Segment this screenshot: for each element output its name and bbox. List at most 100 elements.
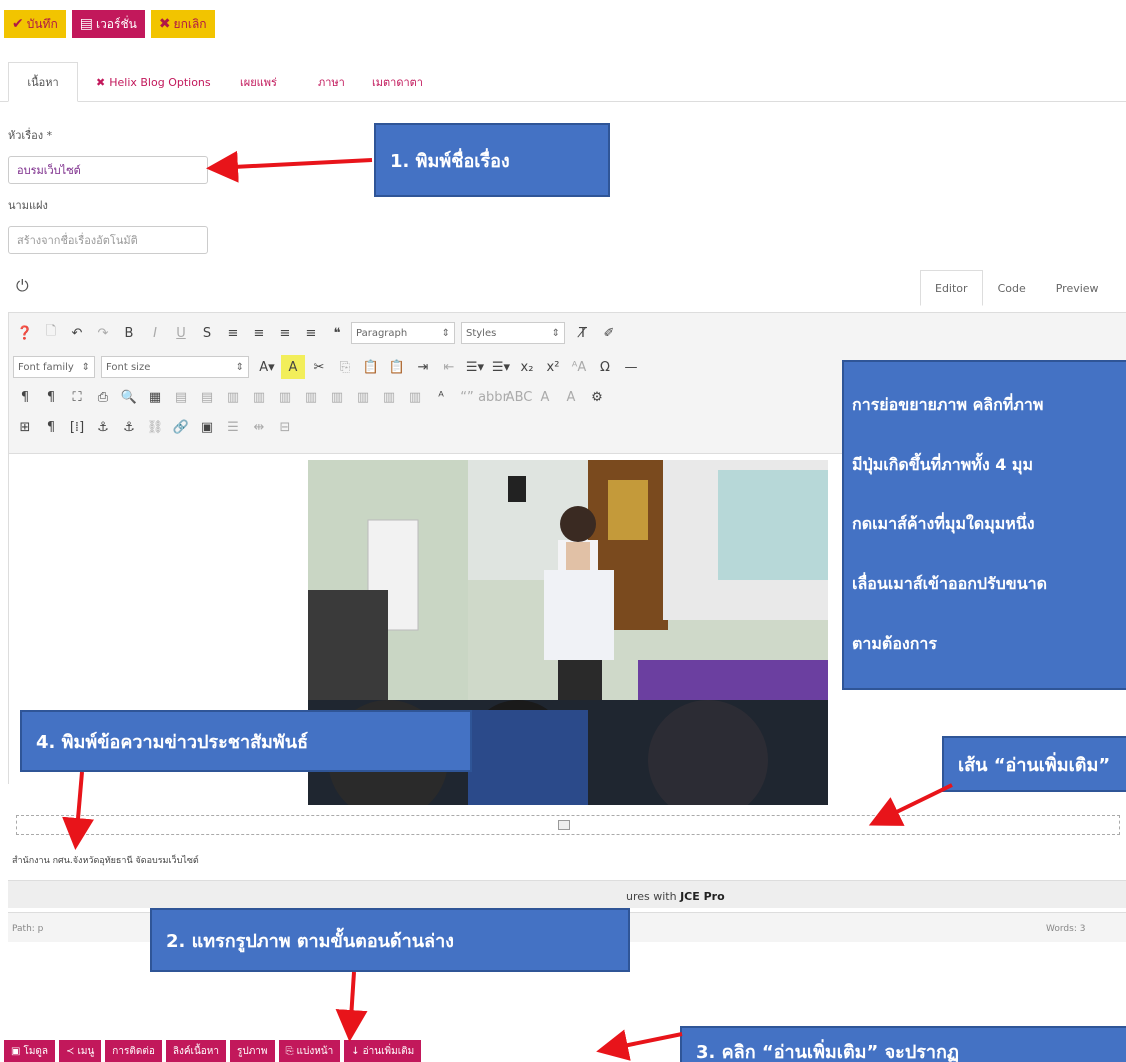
table-merge-icon[interactable]: ▥ bbox=[247, 385, 271, 409]
module-button[interactable]: ▣ โมดูล bbox=[4, 1040, 56, 1062]
tab-language[interactable]: ภาษา bbox=[318, 62, 345, 102]
anchor2-icon[interactable]: ⚓ bbox=[117, 415, 141, 439]
quote-icon[interactable]: “” bbox=[455, 385, 479, 409]
outdent-icon[interactable]: ⇤ bbox=[437, 355, 461, 379]
redo-icon[interactable]: ↷ bbox=[91, 321, 115, 345]
special-characters-icon[interactable]: Ω bbox=[593, 355, 617, 379]
image-button[interactable]: รูปภาพ bbox=[230, 1040, 275, 1062]
contact-button[interactable]: การติดต่อ bbox=[105, 1040, 162, 1062]
align-justify-icon[interactable]: ≡ bbox=[299, 321, 323, 345]
ltr-icon[interactable]: ¶ bbox=[13, 385, 37, 409]
rtl-icon[interactable]: ¶ bbox=[39, 385, 63, 409]
pagebreak-icon[interactable]: ☰ bbox=[221, 415, 245, 439]
spellcheck-icon[interactable]: ᴬ bbox=[429, 385, 453, 409]
title-input[interactable]: อบรมเว็บไซต์ bbox=[8, 156, 208, 184]
print-icon[interactable]: ⎙ bbox=[91, 385, 115, 409]
tab-publishing[interactable]: เผยแพร่ bbox=[240, 62, 277, 102]
insert-icon[interactable]: A bbox=[533, 385, 557, 409]
table-cell-icon[interactable]: ▤ bbox=[195, 385, 219, 409]
fullscreen-icon[interactable]: ⛶ bbox=[65, 385, 89, 409]
editor-view-tabs: Editor Code Preview bbox=[920, 270, 1114, 306]
bold-icon[interactable]: B bbox=[117, 321, 141, 345]
tab-helix-blog-options[interactable]: ✖ Helix Blog Options bbox=[96, 62, 211, 102]
new-document-icon[interactable]: 🗋 bbox=[39, 321, 63, 345]
show-blocks-icon[interactable]: ¶ bbox=[39, 415, 63, 439]
hr-insert-icon[interactable]: ⊟ bbox=[273, 415, 297, 439]
menu-button[interactable]: ≺ เมนู bbox=[59, 1040, 102, 1062]
table-col-icon[interactable]: ▥ bbox=[221, 385, 245, 409]
version-button[interactable]: ▤ เวอร์ชั่น bbox=[71, 10, 145, 38]
readmore-icon[interactable]: ⇹ bbox=[247, 415, 271, 439]
styles-select[interactable]: Styles ⇕ bbox=[461, 322, 565, 344]
link-icon[interactable]: 🔗 bbox=[169, 415, 193, 439]
copy-icon[interactable]: ⎘ bbox=[333, 355, 357, 379]
close-icon: ✖ bbox=[158, 16, 171, 32]
template-icon[interactable]: [⁞] bbox=[65, 415, 89, 439]
underline-icon[interactable]: U bbox=[169, 321, 193, 345]
clean-icon[interactable]: ✐ bbox=[597, 321, 621, 345]
unordered-list-icon[interactable]: ☰▾ bbox=[489, 355, 513, 379]
tab-content[interactable]: เนื้อหา bbox=[8, 62, 78, 102]
italic-icon[interactable]: I bbox=[143, 321, 167, 345]
unlink-icon[interactable]: ⛓ bbox=[143, 415, 167, 439]
table-cut-icon[interactable]: ▥ bbox=[403, 385, 427, 409]
helix-icon: ✖ bbox=[96, 75, 106, 89]
strikethrough-icon[interactable]: S bbox=[195, 321, 219, 345]
paste-text-icon[interactable]: 📋 bbox=[385, 355, 409, 379]
tab-code[interactable]: Code bbox=[983, 270, 1041, 306]
indent-icon[interactable]: ⇥ bbox=[411, 355, 435, 379]
subscript-icon[interactable]: x₂ bbox=[515, 355, 539, 379]
acronym-icon[interactable]: ABC bbox=[506, 385, 533, 409]
tab-metadata[interactable]: เมตาดาตา bbox=[372, 62, 423, 102]
ordered-list-icon[interactable]: ☰▾ bbox=[463, 355, 487, 379]
cut-icon[interactable]: ✂ bbox=[307, 355, 331, 379]
paste-icon[interactable]: 📋 bbox=[359, 355, 383, 379]
article-link-button[interactable]: ลิงค์เนื้อหา bbox=[165, 1040, 226, 1062]
pagebreak-button[interactable]: ⎘ แบ่งหน้า bbox=[278, 1040, 341, 1062]
readmore-button[interactable]: ↓ อ่านเพิ่มเติม bbox=[344, 1040, 422, 1062]
tab-editor[interactable]: Editor bbox=[920, 270, 983, 306]
arrow-down-icon: ↓ bbox=[351, 1045, 360, 1057]
help-icon[interactable]: ❓ bbox=[13, 321, 37, 345]
image-icon[interactable]: ▣ bbox=[195, 415, 219, 439]
character-map-icon[interactable]: ᴬA bbox=[567, 355, 591, 379]
paragraph-select[interactable]: Paragraph ⇕ bbox=[351, 322, 455, 344]
search-icon[interactable]: 🔍 bbox=[117, 385, 141, 409]
table-delete-icon[interactable]: ▥ bbox=[299, 385, 323, 409]
table-icon[interactable]: ▦ bbox=[143, 385, 167, 409]
align-center-icon[interactable]: ≡ bbox=[247, 321, 271, 345]
power-toggle-icon[interactable]: ⏻ bbox=[16, 276, 29, 296]
delete-icon[interactable]: A bbox=[559, 385, 583, 409]
font-color-icon[interactable]: A▾ bbox=[255, 355, 279, 379]
blockquote-icon[interactable]: ❝ bbox=[325, 321, 349, 345]
clear-formatting-icon[interactable]: T̸ bbox=[571, 321, 595, 345]
arrow-image bbox=[335, 971, 368, 1042]
editor-extension-buttons: ▣ โมดูล ≺ เมนู การติดต่อ ลิงค์เนื้อหา รูปภ… bbox=[4, 1040, 422, 1062]
alias-input[interactable]: สร้างจากชื่อเรื่องอัตโนมัติ bbox=[8, 226, 208, 254]
abbr-icon[interactable]: abbr bbox=[478, 385, 508, 409]
font-family-select[interactable]: Font family ⇕ bbox=[13, 356, 95, 378]
anchor-icon[interactable]: ⚓ bbox=[91, 415, 115, 439]
table-insert-icon[interactable]: ▥ bbox=[351, 385, 375, 409]
superscript-icon[interactable]: x² bbox=[541, 355, 565, 379]
table-row-icon[interactable]: ▤ bbox=[169, 385, 193, 409]
horizontal-rule-icon[interactable]: — bbox=[619, 355, 643, 379]
undo-icon[interactable]: ↶ bbox=[65, 321, 89, 345]
cancel-button[interactable]: ✖ ยกเลิก bbox=[150, 10, 215, 38]
save-button[interactable]: ✔ บันทึก bbox=[4, 10, 66, 38]
table-split-icon[interactable]: ▥ bbox=[273, 385, 297, 409]
chevron-down-icon: ⇕ bbox=[551, 327, 560, 339]
callout-title: 1. พิมพ์ชื่อเรื่อง bbox=[374, 123, 610, 197]
arrow-title bbox=[206, 150, 373, 183]
table-props-icon[interactable]: ▥ bbox=[325, 385, 349, 409]
table-remove-icon[interactable]: ▥ bbox=[377, 385, 401, 409]
tab-preview[interactable]: Preview bbox=[1041, 270, 1114, 306]
article-body-text[interactable]: สำนักงาน กศน.จังหวัดอุทัยธานี จัดอบรมเว็… bbox=[12, 853, 199, 867]
toolbar-actions: ✔ บันทึก ▤ เวอร์ชั่น ✖ ยกเลิก bbox=[4, 10, 215, 38]
align-left-icon[interactable]: ≡ bbox=[221, 321, 245, 345]
gear-icon[interactable]: ⚙ bbox=[585, 385, 609, 409]
font-size-select[interactable]: Font size ⇕ bbox=[101, 356, 249, 378]
visual-aid-icon[interactable]: ⊞ bbox=[13, 415, 37, 439]
align-right-icon[interactable]: ≡ bbox=[273, 321, 297, 345]
background-color-icon[interactable]: A bbox=[281, 355, 305, 379]
